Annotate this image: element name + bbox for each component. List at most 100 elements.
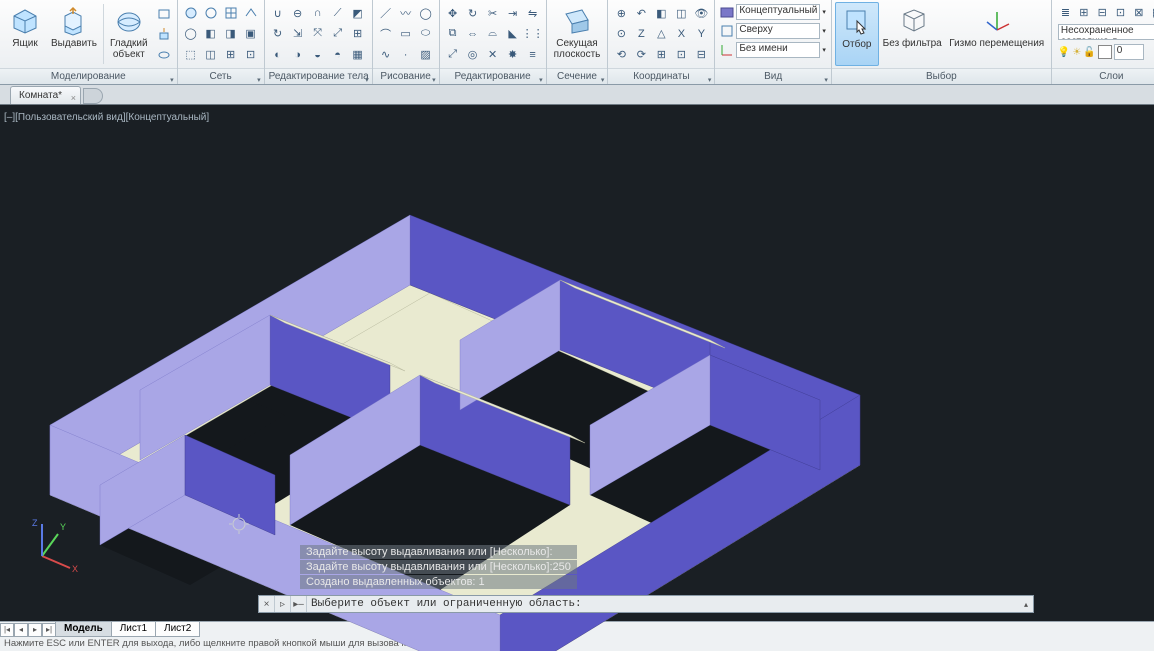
- chevron-up-icon[interactable]: ▴: [1019, 600, 1033, 609]
- presspull-icon[interactable]: [155, 25, 173, 43]
- command-line[interactable]: × ▹ ▸– Выберите объект или ограниченную …: [258, 595, 1034, 613]
- current-layer-dropdown[interactable]: 💡 ☀ 🔓 0: [1056, 43, 1154, 61]
- spline-icon[interactable]: ∿: [377, 46, 395, 64]
- layer-a-icon[interactable]: ≣: [1058, 3, 1073, 21]
- se-i-icon[interactable]: ◒: [309, 46, 327, 64]
- se-b-icon[interactable]: ↻: [269, 25, 287, 43]
- mesh-refine-icon[interactable]: [222, 4, 240, 22]
- ucs-world-icon[interactable]: ⊕: [612, 4, 630, 22]
- union-icon[interactable]: ∪: [269, 4, 287, 22]
- move-gizmo-button[interactable]: Гизмо перемещения: [946, 2, 1048, 66]
- mirror-icon[interactable]: ⇋: [524, 4, 542, 22]
- panel-view-title[interactable]: Вид▾: [715, 68, 831, 84]
- panel-draw-title[interactable]: Рисование▾: [373, 68, 439, 84]
- se-e-icon[interactable]: ⤢: [329, 25, 347, 43]
- stretch-icon[interactable]: ⇔: [464, 25, 482, 43]
- section-plane-button[interactable]: Секущая плоскость: [550, 2, 605, 66]
- model-viewport[interactable]: [–][Пользовательский вид][Концептуальный…: [0, 105, 1154, 621]
- close-icon[interactable]: ×: [259, 596, 275, 612]
- extend-icon[interactable]: ⇥: [504, 4, 522, 22]
- ucs-prev-icon[interactable]: ↶: [632, 4, 650, 22]
- polyline-icon[interactable]: 〰: [397, 4, 415, 22]
- rect-icon[interactable]: ▭: [397, 25, 415, 43]
- chamfer-icon[interactable]: ◣: [504, 25, 522, 43]
- copy-icon[interactable]: ⧉: [444, 25, 462, 43]
- intersect-icon[interactable]: ∩: [309, 4, 327, 22]
- ucs-z-icon[interactable]: Z: [632, 25, 650, 43]
- align-icon[interactable]: ≡: [524, 46, 542, 64]
- ucs-origin-icon[interactable]: ⊙: [612, 25, 630, 43]
- circle-icon[interactable]: ◯: [417, 4, 435, 22]
- panel-modeling-title[interactable]: Моделирование▾: [0, 68, 177, 84]
- view-projection-dropdown[interactable]: Сверху ▾: [718, 22, 828, 40]
- new-tab-button[interactable]: [83, 88, 103, 104]
- mesh-d-icon[interactable]: ▣: [242, 25, 260, 43]
- se-g-icon[interactable]: ◐: [269, 46, 287, 64]
- mesh-h-icon[interactable]: ⊡: [242, 46, 260, 64]
- move-icon[interactable]: ✥: [444, 4, 462, 22]
- panel-solid-edit-title[interactable]: Редактирование тела▾: [265, 68, 372, 84]
- file-tab[interactable]: Комната* ×: [10, 86, 81, 104]
- scale-icon[interactable]: ⤢: [444, 46, 462, 64]
- panel-section-title[interactable]: Сечение▾: [547, 68, 608, 84]
- arc-icon[interactable]: ⌒: [377, 25, 395, 43]
- mesh-smooth-more-icon[interactable]: [182, 4, 200, 22]
- no-filter-button[interactable]: Без фильтра: [879, 2, 946, 66]
- layer-c-icon[interactable]: ⊟: [1095, 3, 1110, 21]
- subtract-icon[interactable]: ⊖: [289, 4, 307, 22]
- mesh-crease-icon[interactable]: [242, 4, 260, 22]
- named-ucs-dropdown[interactable]: Без имени ▾: [718, 41, 828, 59]
- mesh-g-icon[interactable]: ⊞: [222, 46, 240, 64]
- ucs-3p-icon[interactable]: △: [652, 25, 670, 43]
- visual-style-dropdown[interactable]: Концептуальный ▾: [718, 3, 828, 21]
- ucs-obj-icon[interactable]: ◫: [672, 4, 690, 22]
- se-k-icon[interactable]: ▦: [349, 46, 367, 64]
- ucs-b-icon[interactable]: ⟳: [632, 46, 650, 64]
- polysolid-icon[interactable]: [155, 4, 173, 22]
- array-icon[interactable]: ⋮⋮: [524, 25, 542, 43]
- layer-e-icon[interactable]: ⊠: [1131, 3, 1146, 21]
- smooth-object-button[interactable]: Гладкий объект: [106, 2, 152, 66]
- mesh-b-icon[interactable]: ◧: [202, 25, 220, 43]
- ucs-a-icon[interactable]: ⟲: [612, 46, 630, 64]
- slice-icon[interactable]: ⟋: [329, 4, 347, 22]
- pick-button[interactable]: Отбор: [835, 2, 879, 66]
- mesh-c-icon[interactable]: ◨: [222, 25, 240, 43]
- erase-icon[interactable]: ✕: [484, 46, 502, 64]
- se-c-icon[interactable]: ⇲: [289, 25, 307, 43]
- ucs-d-icon[interactable]: ⊡: [672, 46, 690, 64]
- fillet-icon[interactable]: ⌓: [484, 25, 502, 43]
- sheet-first-icon[interactable]: |◂: [0, 623, 14, 637]
- chevron-right-icon[interactable]: ▹: [275, 596, 291, 612]
- se-j-icon[interactable]: ◓: [329, 46, 347, 64]
- layer-b-icon[interactable]: ⊞: [1076, 3, 1091, 21]
- layer-d-icon[interactable]: ⊡: [1113, 3, 1128, 21]
- mesh-a-icon[interactable]: ◯: [182, 25, 200, 43]
- viewport-corner-label[interactable]: [–][Пользовательский вид][Концептуальный…: [4, 112, 209, 123]
- hatch-icon[interactable]: ▨: [417, 46, 435, 64]
- se-f-icon[interactable]: ⊞: [349, 25, 367, 43]
- ucs-view-icon[interactable]: 👁: [692, 4, 710, 22]
- se-a-icon[interactable]: ◩: [349, 4, 367, 22]
- revolve-icon[interactable]: [155, 46, 173, 64]
- extrude-button[interactable]: Выдавить: [47, 2, 101, 66]
- line-icon[interactable]: ／: [377, 4, 395, 22]
- panel-modify-title[interactable]: Редактирование▾: [440, 68, 546, 84]
- explode-icon[interactable]: ✸: [504, 46, 522, 64]
- ucs-e-icon[interactable]: ⊟: [692, 46, 710, 64]
- ucs-y-icon[interactable]: Y: [692, 25, 710, 43]
- sheet-prev-icon[interactable]: ◂: [14, 623, 28, 637]
- ucs-face-icon[interactable]: ◧: [652, 4, 670, 22]
- trim-icon[interactable]: ✂: [484, 4, 502, 22]
- panel-mesh-title[interactable]: Сеть▾: [178, 68, 264, 84]
- se-d-icon[interactable]: ⤧: [309, 25, 327, 43]
- rotate-icon[interactable]: ↻: [464, 4, 482, 22]
- offset-icon[interactable]: ◎: [464, 46, 482, 64]
- point-icon[interactable]: ·: [397, 46, 415, 64]
- layer-f-icon[interactable]: ▤: [1150, 3, 1154, 21]
- mesh-f-icon[interactable]: ◫: [202, 46, 220, 64]
- ellipse-icon[interactable]: ⬭: [417, 25, 435, 43]
- mesh-smooth-less-icon[interactable]: [202, 4, 220, 22]
- layer-state-dropdown[interactable]: Несохраненное состояние л: [1056, 23, 1154, 41]
- mesh-e-icon[interactable]: ⬚: [182, 46, 200, 64]
